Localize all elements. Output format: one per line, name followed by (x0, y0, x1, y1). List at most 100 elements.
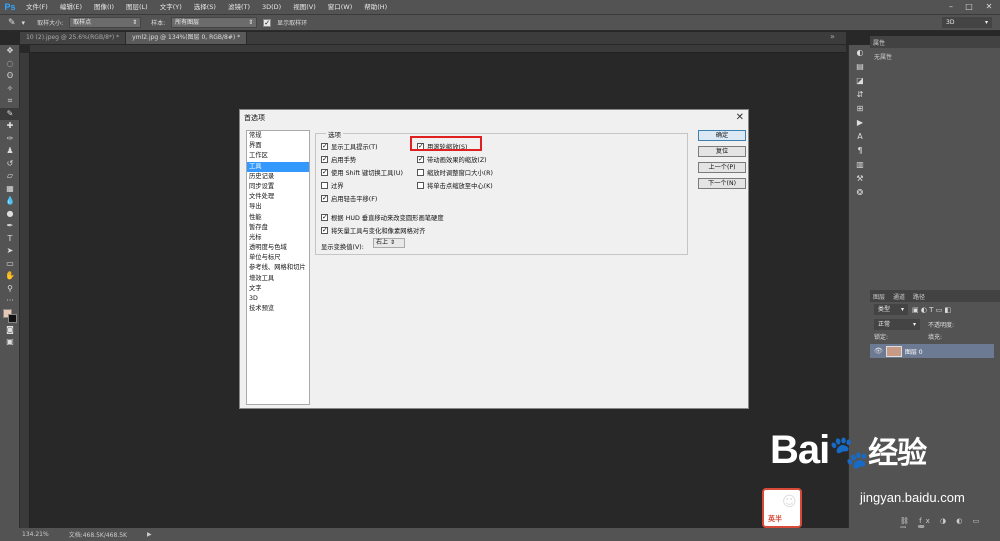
quick-mask-icon[interactable]: ◙ (0, 324, 20, 337)
checkbox-checked[interactable]: ✓ (321, 214, 328, 221)
layer-name[interactable]: 图层 0 (905, 347, 923, 356)
screen-mode-icon[interactable]: ▣ (0, 336, 20, 349)
zoom-level[interactable]: 134.21% (22, 531, 49, 538)
prev-button[interactable]: 上一个(P) (698, 162, 746, 173)
checkbox-checked[interactable]: ✓ (321, 227, 328, 234)
healing-brush-icon[interactable]: ✚ (0, 120, 20, 133)
type-tool-icon[interactable]: T (0, 233, 20, 246)
quick-select-tool-icon[interactable]: ✧ (0, 83, 20, 96)
swatches-panel-icon[interactable]: ▤ (849, 61, 871, 75)
animated-zoom-option[interactable]: ✓ 带动画效果的缩放(Z) (417, 155, 487, 164)
blur-tool-icon[interactable]: 💧 (0, 195, 20, 208)
shift-key-tool-switch-option[interactable]: ✓ 使用 Shift 键切换工具(U) (321, 168, 403, 177)
nav-item-performance[interactable]: 性能 (247, 213, 309, 223)
hud-brush-hardness-option[interactable]: ✓ 根据 HUD 垂直移动来改变圆形画笔硬度 (321, 213, 444, 222)
layer-filter-select[interactable]: 类型 ▾ (874, 304, 908, 315)
color-swatches-icon[interactable] (0, 308, 20, 324)
status-arrow-icon[interactable]: ▶ (147, 531, 152, 538)
checkbox-checked[interactable]: ✓ (321, 156, 328, 163)
eraser-tool-icon[interactable]: ▱ (0, 170, 20, 183)
actions-panel-icon[interactable]: ▶ (849, 117, 871, 131)
lasso-tool-icon[interactable]: ʘ (0, 70, 20, 83)
close-icon[interactable]: ✕ (736, 112, 744, 123)
show-tooltips-option[interactable]: ✓ 显示工具提示(T) (321, 142, 378, 151)
adjustments-panel-icon[interactable]: ◪ (849, 75, 871, 89)
nav-item-tools[interactable]: 工具 (247, 161, 309, 172)
tab-document-2[interactable]: yml2.jpg @ 134%(图层 0, RGB/8#) * (126, 32, 248, 44)
nav-item-units[interactable]: 单位与标尺 (247, 253, 309, 263)
tab-document-1[interactable]: 10 (2).jpeg @ 25.6%(RGB/8*) * (20, 32, 127, 44)
zoom-tool-icon[interactable]: ⚲ (0, 283, 20, 296)
nav-item-guides[interactable]: 参考线、网格和切片 (247, 263, 309, 273)
close-icon[interactable]: ✕ (982, 0, 996, 14)
flick-panning-option[interactable]: ✓ 启用轻击平移(F) (321, 194, 377, 203)
checkbox-checked[interactable]: ✓ (321, 143, 328, 150)
zoom-resizes-windows-option[interactable]: 缩放时调整窗口大小(R) (417, 168, 493, 177)
checkbox-checked[interactable]: ✓ (417, 156, 424, 163)
tab-channels[interactable]: 通道 (893, 292, 905, 301)
menu-view[interactable]: 视图(V) (287, 0, 322, 14)
sample-size-select[interactable]: 取样点 ⇕ (69, 17, 142, 28)
tab-paths[interactable]: 路径 (913, 292, 925, 301)
checkbox-checked[interactable]: ✓ (321, 169, 328, 176)
nav-item-history[interactable]: 历史记录 (247, 172, 309, 182)
menu-select[interactable]: 选择(S) (188, 0, 222, 14)
workspace-select[interactable]: 3D ▾ (942, 17, 992, 28)
history-brush-icon[interactable]: ↺ (0, 158, 20, 171)
brush-tool-icon[interactable]: ✑ (0, 133, 20, 146)
menu-file[interactable]: 文件(F) (20, 0, 54, 14)
checkbox-unchecked[interactable] (321, 182, 328, 189)
filter-icons[interactable]: ▣ ◐ T ▭ ◧ (912, 306, 951, 314)
eyedropper-tool-icon[interactable]: ✎ (0, 107, 20, 120)
move-tool-icon[interactable]: ✥ (0, 45, 20, 58)
menu-3d[interactable]: 3D(D) (256, 0, 287, 14)
menu-filter[interactable]: 滤镜(T) (222, 0, 256, 14)
checkbox-unchecked[interactable] (417, 169, 424, 176)
nav-item-cursors[interactable]: 光标 (247, 233, 309, 243)
minimize-icon[interactable]: – (944, 0, 958, 14)
overscroll-option[interactable]: 过界 (321, 181, 344, 190)
tab-layers[interactable]: 图层 (873, 292, 885, 301)
gradient-tool-icon[interactable]: ▦ (0, 183, 20, 196)
marquee-tool-icon[interactable]: ◌ (0, 58, 20, 71)
nav-item-export[interactable]: 导出 (247, 202, 309, 212)
more-tools-icon[interactable]: ··· (0, 295, 20, 308)
brush-panel-icon[interactable]: ▥ (849, 159, 871, 173)
sample-select[interactable]: 所有图层 ⇕ (171, 17, 258, 28)
menu-edit[interactable]: 编辑(E) (54, 0, 88, 14)
hand-tool-icon[interactable]: ✋ (0, 270, 20, 283)
menu-type[interactable]: 文字(Y) (154, 0, 188, 14)
transform-values-select[interactable]: 右上 ⇕ (373, 238, 405, 248)
menu-help[interactable]: 帮助(H) (358, 0, 393, 14)
nav-item-scratch-disks[interactable]: 暂存盘 (247, 223, 309, 233)
shape-tool-icon[interactable]: ▭ (0, 258, 20, 271)
checkbox-checked[interactable]: ✓ (321, 195, 328, 202)
nav-item-type[interactable]: 文字 (247, 284, 309, 294)
eyedropper-icon[interactable]: ✎ (8, 18, 16, 28)
next-button[interactable]: 下一个(N) (698, 178, 746, 189)
clone-source-icon[interactable]: ❂ (849, 187, 871, 201)
tool-presets-icon[interactable]: ⚒ (849, 173, 871, 187)
maximize-icon[interactable]: □ (962, 0, 976, 14)
eye-icon[interactable]: 👁 (874, 347, 883, 355)
tabs-overflow-icon[interactable]: » (830, 32, 835, 41)
menu-layer[interactable]: 图层(L) (120, 0, 154, 14)
menu-window[interactable]: 窗口(W) (322, 0, 359, 14)
reset-button[interactable]: 复位 (698, 146, 746, 157)
nav-item-interface[interactable]: 界面 (247, 141, 309, 151)
menu-image[interactable]: 图像(I) (88, 0, 120, 14)
blend-mode-select[interactable]: 正常 ▾ (874, 319, 920, 330)
nav-item-plugins[interactable]: 增效工具 (247, 274, 309, 284)
nav-item-3d[interactable]: 3D (247, 294, 309, 304)
tool-preset-chevron-icon[interactable]: ▾ (22, 19, 26, 27)
paragraph-panel-icon[interactable]: ¶ (849, 145, 871, 159)
nav-item-general[interactable]: 常规 (247, 131, 309, 141)
enable-gestures-option[interactable]: ✓ 启用手势 (321, 155, 356, 164)
dodge-tool-icon[interactable]: ● (0, 208, 20, 221)
ok-button[interactable]: 确定 (698, 130, 746, 141)
snap-vector-to-pixel-grid-option[interactable]: ✓ 将矢量工具与变化和像素网格对齐 (321, 226, 425, 235)
checkbox-unchecked[interactable] (417, 182, 424, 189)
nav-item-workspace[interactable]: 工作区 (247, 151, 309, 161)
nav-item-tech-preview[interactable]: 技术预览 (247, 304, 309, 314)
show-ring-checkbox[interactable]: ✓ (263, 18, 272, 27)
